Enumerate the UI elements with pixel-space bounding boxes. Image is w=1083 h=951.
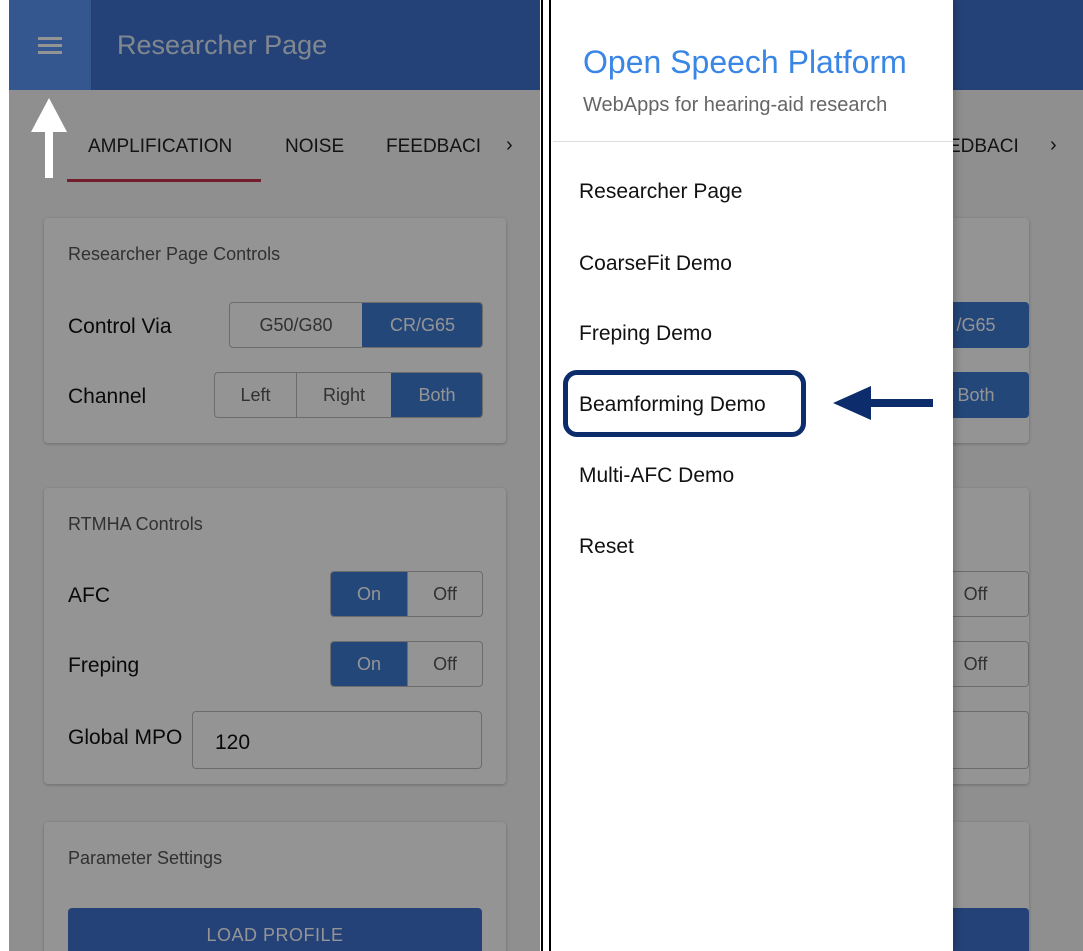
drawer-item-multi-afc-demo[interactable]: Multi-AFC Demo [579,464,734,488]
beamforming-highlight-box [563,370,806,437]
drawer-divider [553,141,953,142]
drawer-title: Open Speech Platform [583,44,907,80]
left-screenshot-panel: Researcher Page AMPLIFICATION NOISE FEED… [9,0,540,951]
drawer-item-reset[interactable]: Reset [579,535,634,559]
drawer-item-coarsefit-demo[interactable]: CoarseFit Demo [579,252,732,276]
left-arrow-annotation-icon [833,386,933,420]
dim-overlay [9,0,540,951]
up-arrow-annotation-icon [31,98,67,178]
panel-divider [541,0,543,951]
navigation-drawer: Open Speech Platform WebApps for hearing… [553,0,953,951]
drawer-item-freping-demo[interactable]: Freping Demo [579,322,712,346]
drawer-item-researcher-page[interactable]: Researcher Page [579,180,742,204]
panel-divider [549,0,551,951]
drawer-subtitle: WebApps for hearing-aid research [583,94,888,116]
right-screenshot-panel: EDBACI › /G65 Both Off Off Open Speech P… [553,0,1083,951]
